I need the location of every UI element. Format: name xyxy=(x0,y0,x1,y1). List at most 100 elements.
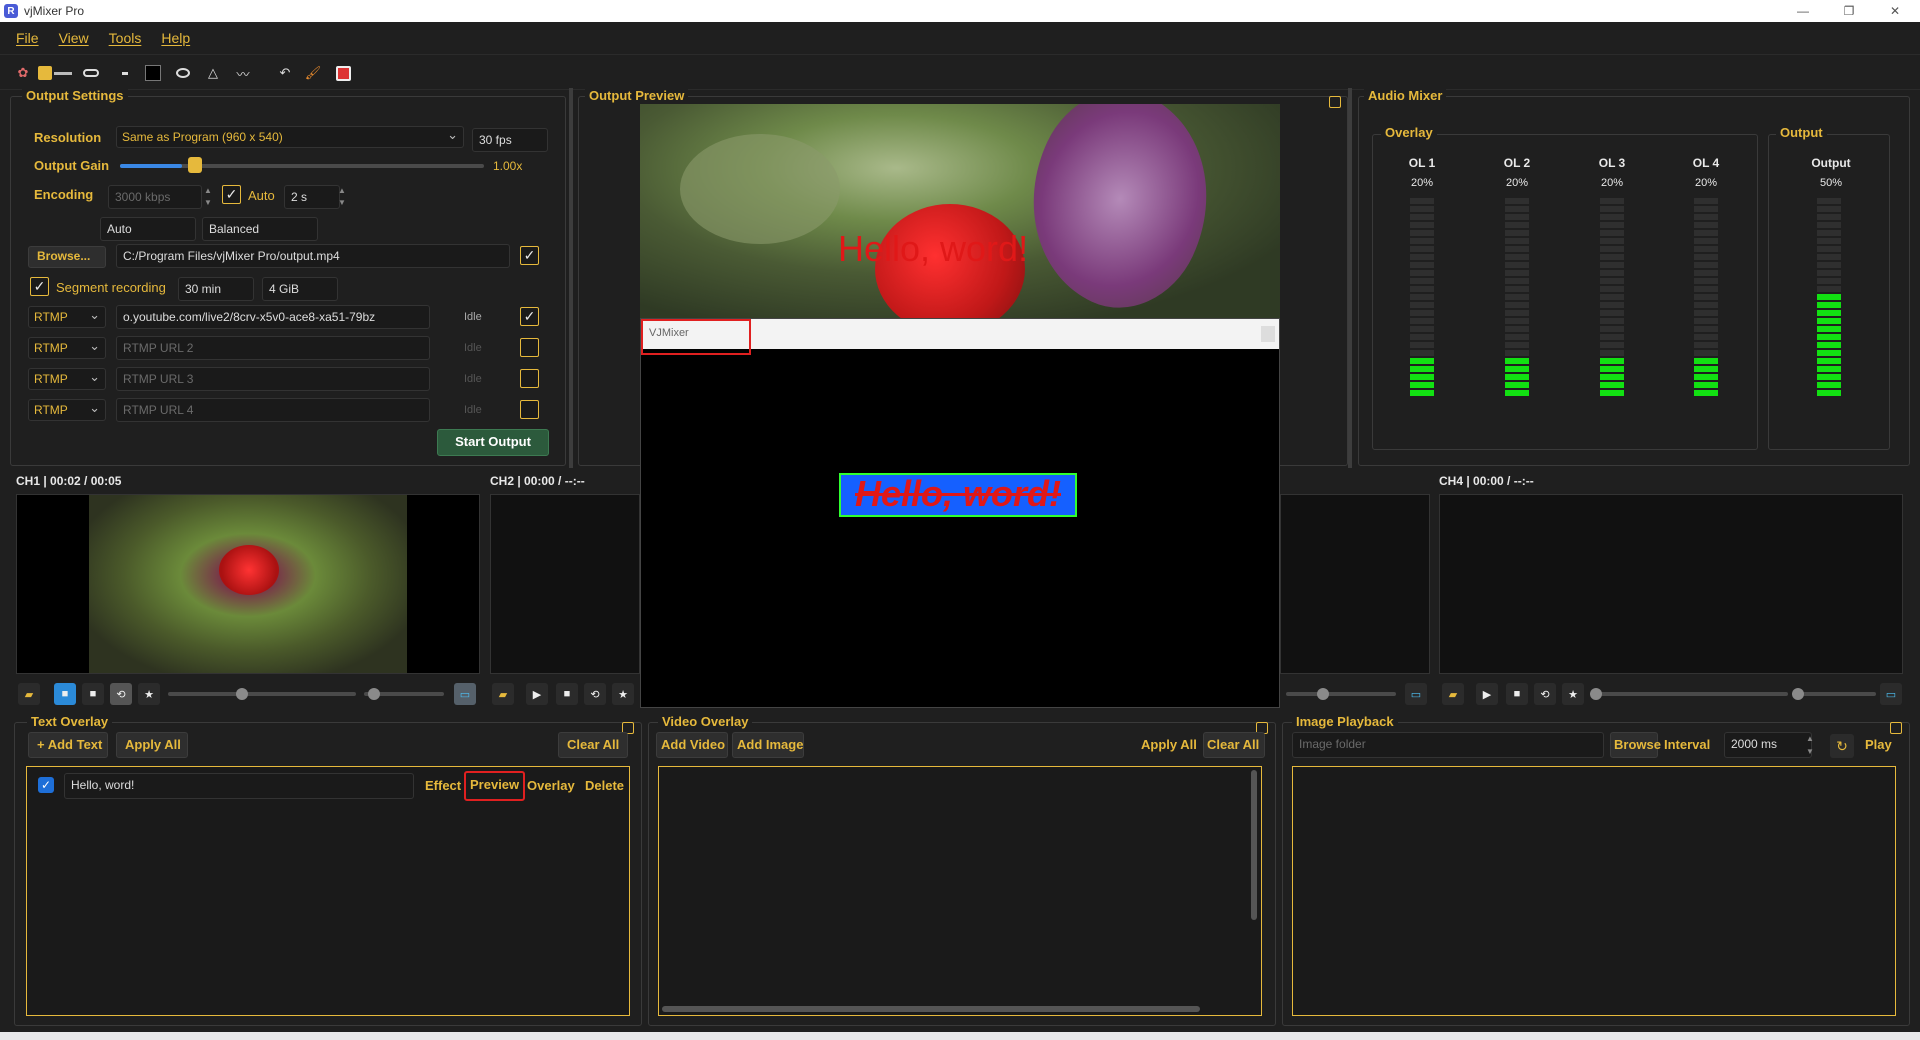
text-effect-button[interactable]: Effect xyxy=(420,773,466,799)
undo-icon[interactable]: ↶ xyxy=(276,64,294,82)
stream-3-url-field[interactable]: RTMP URL 3 xyxy=(116,367,430,391)
text-clear-all-button[interactable]: Clear All xyxy=(558,732,628,758)
line-thickness-icon[interactable] xyxy=(82,64,100,82)
ch4-seek-track[interactable] xyxy=(1592,692,1788,696)
ch4-stop-icon[interactable]: ■ xyxy=(1506,683,1528,705)
browse-output-button[interactable]: Browse... xyxy=(28,246,106,268)
splitter-left[interactable] xyxy=(569,88,573,468)
encoder-preset-field[interactable]: Auto xyxy=(100,217,196,241)
menu-file[interactable]: File xyxy=(16,30,39,46)
auto-bitrate-checkbox[interactable]: ✓ xyxy=(222,185,241,204)
ch1-open-folder-icon[interactable]: ▰ xyxy=(18,683,40,705)
quality-preset-field[interactable]: Balanced xyxy=(202,217,318,241)
ch2-favorite-icon[interactable]: ★ xyxy=(612,683,634,705)
stream-1-enable-checkbox[interactable]: ✓ xyxy=(520,307,539,326)
interval-spinner[interactable]: ▲ ▼ xyxy=(1804,732,1816,758)
restore-icon[interactable]: ❐ xyxy=(1826,0,1872,22)
ch4-play-icon[interactable]: ▶ xyxy=(1476,683,1498,705)
image-browse-button[interactable]: Browse xyxy=(1610,732,1661,758)
add-text-button[interactable]: + Add Text xyxy=(28,732,108,758)
interval-field[interactable]: 2000 ms xyxy=(1724,732,1812,758)
text-preview-button[interactable]: Preview xyxy=(464,771,526,801)
video-apply-all-button[interactable]: Apply All xyxy=(1136,732,1202,758)
brush-size-icon[interactable] xyxy=(54,64,72,82)
ch1-seek-track[interactable] xyxy=(168,692,356,696)
stream-1-protocol-select[interactable]: RTMP xyxy=(28,306,106,328)
ch4-open-folder-icon[interactable]: ▰ xyxy=(1442,683,1464,705)
ch2-stop-icon[interactable]: ■ xyxy=(556,683,578,705)
paint-brush-icon[interactable]: 🖌 xyxy=(304,64,322,82)
stream-2-protocol-select[interactable]: RTMP xyxy=(28,337,106,359)
fps-field[interactable]: 30 fps xyxy=(472,128,548,152)
ch4-seek-handle[interactable] xyxy=(1590,688,1602,700)
popup-close-icon[interactable] xyxy=(1261,326,1275,342)
ch1-send-to-output-icon[interactable]: ▭ xyxy=(454,683,476,705)
add-video-button[interactable]: Add Video xyxy=(656,732,728,758)
ch1-loop-icon[interactable]: ⟲ xyxy=(110,683,132,705)
ch1-seek-handle[interactable] xyxy=(236,688,248,700)
segment-recording-checkbox[interactable]: ✓ xyxy=(30,277,49,296)
record-enable-checkbox[interactable]: ✓ xyxy=(520,246,539,265)
ch1-volume-handle[interactable] xyxy=(368,688,380,700)
ch2-open-folder-icon[interactable]: ▰ xyxy=(492,683,514,705)
ch3-send-to-output-icon[interactable]: ▭ xyxy=(1405,683,1427,705)
output-preview-frame[interactable]: Hello, word! xyxy=(640,104,1280,318)
stream-4-protocol-select[interactable]: RTMP xyxy=(28,399,106,421)
stream-2-url-field[interactable]: RTMP URL 2 xyxy=(116,336,430,360)
stream-3-enable-checkbox[interactable] xyxy=(520,369,539,388)
ellipse-icon[interactable] xyxy=(174,64,192,82)
fill-color-icon[interactable] xyxy=(144,64,162,82)
undock-preview-icon[interactable] xyxy=(1329,96,1341,108)
resolution-select[interactable]: Same as Program (960 x 540) xyxy=(116,126,464,148)
video-list-hscrollbar[interactable] xyxy=(662,1006,1200,1012)
ch3-volume-track[interactable] xyxy=(1286,692,1396,696)
ch2-play-icon[interactable]: ▶ xyxy=(526,683,548,705)
menu-view[interactable]: View xyxy=(59,30,89,46)
ch3-video[interactable] xyxy=(1280,494,1430,674)
ch4-video[interactable] xyxy=(1439,494,1903,674)
ch4-volume-handle[interactable] xyxy=(1792,688,1804,700)
segment-size-field[interactable]: 4 GiB xyxy=(262,277,338,301)
output-gain-slider-handle[interactable] xyxy=(188,157,202,173)
bitrate-field[interactable]: 3000 kbps xyxy=(108,185,202,209)
ch1-stop-icon[interactable]: ■ xyxy=(54,683,76,705)
ch1-video[interactable] xyxy=(16,494,480,674)
stream-4-url-field[interactable]: RTMP URL 4 xyxy=(116,398,430,422)
stream-2-enable-checkbox[interactable] xyxy=(520,338,539,357)
segment-time-field[interactable]: 30 min xyxy=(178,277,254,301)
image-folder-field[interactable]: Image folder xyxy=(1292,732,1604,758)
text-item-checkbox[interactable]: ✓ xyxy=(38,777,54,793)
add-image-button[interactable]: Add Image xyxy=(732,732,804,758)
output-path-field[interactable]: C:/Program Files/vjMixer Pro/output.mp4 xyxy=(116,244,510,268)
text-delete-button[interactable]: Delete xyxy=(580,773,629,799)
video-clear-all-button[interactable]: Clear All xyxy=(1203,732,1265,758)
ch4-volume-track[interactable] xyxy=(1796,692,1876,696)
stream-3-protocol-select[interactable]: RTMP xyxy=(28,368,106,390)
ch3-volume-handle[interactable] xyxy=(1317,688,1329,700)
video-list-vscrollbar[interactable] xyxy=(1251,770,1257,920)
ch2-video[interactable] xyxy=(490,494,640,674)
ch2-loop-icon[interactable]: ⟲ xyxy=(584,683,606,705)
palette-icon[interactable]: ✿ xyxy=(14,64,32,82)
keyframe-spinner[interactable]: ▲ ▼ xyxy=(336,185,348,209)
ch4-favorite-icon[interactable]: ★ xyxy=(1562,683,1584,705)
splitter-right[interactable] xyxy=(1348,88,1352,468)
ch1-favorite-icon[interactable]: ★ xyxy=(138,683,160,705)
keyframe-field[interactable]: 2 s xyxy=(284,185,340,209)
text-apply-all-button[interactable]: Apply All xyxy=(116,732,188,758)
triangle-icon[interactable]: △ xyxy=(204,64,222,82)
start-output-button[interactable]: Start Output xyxy=(437,429,549,456)
wave-icon[interactable]: 〰 xyxy=(234,64,252,82)
refresh-icon[interactable]: ↻ xyxy=(1830,734,1854,758)
text-overlay-button[interactable]: Overlay xyxy=(522,773,580,799)
line-dash-icon[interactable] xyxy=(116,64,134,82)
stream-1-url-field[interactable]: o.youtube.com/live2/8crv-x5v0-ace8-xa51-… xyxy=(116,305,430,329)
ch4-loop-icon[interactable]: ⟲ xyxy=(1534,683,1556,705)
ch4-send-to-output-icon[interactable]: ▭ xyxy=(1880,683,1902,705)
image-play-button[interactable]: Play xyxy=(1860,732,1897,758)
minimize-icon[interactable]: — xyxy=(1780,0,1826,22)
menu-help[interactable]: Help xyxy=(161,30,190,46)
text-item-field[interactable]: Hello, word! xyxy=(64,773,414,799)
ch1-square-icon[interactable]: ■ xyxy=(82,683,104,705)
color-swatch-icon[interactable] xyxy=(36,64,54,82)
